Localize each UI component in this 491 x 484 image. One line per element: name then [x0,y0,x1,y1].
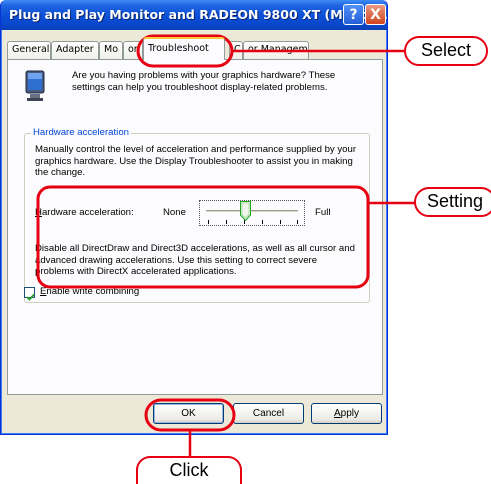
select-callout: Select [404,36,488,66]
tab-color-management-partial[interactable]: C [229,41,243,59]
slider-tick [297,220,298,224]
click-callout: Click [136,456,242,484]
write-combining-label: Enable write combining [40,286,140,297]
slider-tick [280,220,281,224]
monitor-icon [25,70,45,101]
apply-mnemonic: A [333,408,341,419]
tab-general[interactable]: General [7,41,51,59]
apply-rest: pply [340,408,360,419]
cancel-button[interactable]: Cancel [233,403,304,424]
tab-monitor-partial[interactable]: or [123,41,143,59]
apply-button[interactable]: Apply [311,403,382,424]
setting-callout: Setting [414,187,491,217]
tab-adapter[interactable]: Adapter [51,41,99,59]
close-button[interactable]: X [365,4,386,25]
group-label: Hardware acceleration [31,127,131,138]
slider-label: Hardware acceleration: [35,207,134,218]
slider-track [206,210,298,213]
intro-text: Are you having problems with your graphi… [72,70,336,93]
slider-thumb[interactable] [240,201,251,221]
tab-strip: General Adapter Mo or Troubleshoot C or … [7,37,387,60]
write-combining-checkbox[interactable] [24,287,35,301]
tab-color-management[interactable]: or Management [243,41,309,59]
slider-tick [262,220,263,224]
checkmark-icon [26,293,35,301]
slider-label-rest: ardware acceleration: [41,207,134,218]
acceleration-slider[interactable] [199,200,305,226]
help-button[interactable]: ? [343,4,364,25]
slider-level-description: Disable all DirectDraw and Direct3D acce… [35,243,355,277]
slider-tick [208,220,209,224]
write-combining-option[interactable]: Enable write combining [24,286,224,301]
acceleration-slider-row: Hardware acceleration: None Full [25,198,369,228]
display-properties-dialog: Plug and Play Monitor and RADEON 9800 XT… [0,0,388,435]
troubleshoot-panel: Are you having problems with your graphi… [7,59,383,395]
slider-tick [226,220,227,224]
slider-min-label: None [163,207,186,218]
window-title: Plug and Play Monitor and RADEON 9800 XT… [9,7,388,22]
ok-button[interactable]: OK [153,403,224,424]
group-description: Manually control the level of accelerati… [35,144,357,178]
tab-monitor[interactable]: Mo [99,41,123,59]
title-bar[interactable]: Plug and Play Monitor and RADEON 9800 XT… [1,0,387,30]
slider-max-label: Full [315,207,331,218]
slider-label-mnemonic: H [35,207,42,218]
hardware-acceleration-group: Hardware acceleration Manually control t… [24,127,370,303]
tab-troubleshoot[interactable]: Troubleshoot [143,37,225,60]
checkbox-label-rest: nable write combining [46,286,140,297]
